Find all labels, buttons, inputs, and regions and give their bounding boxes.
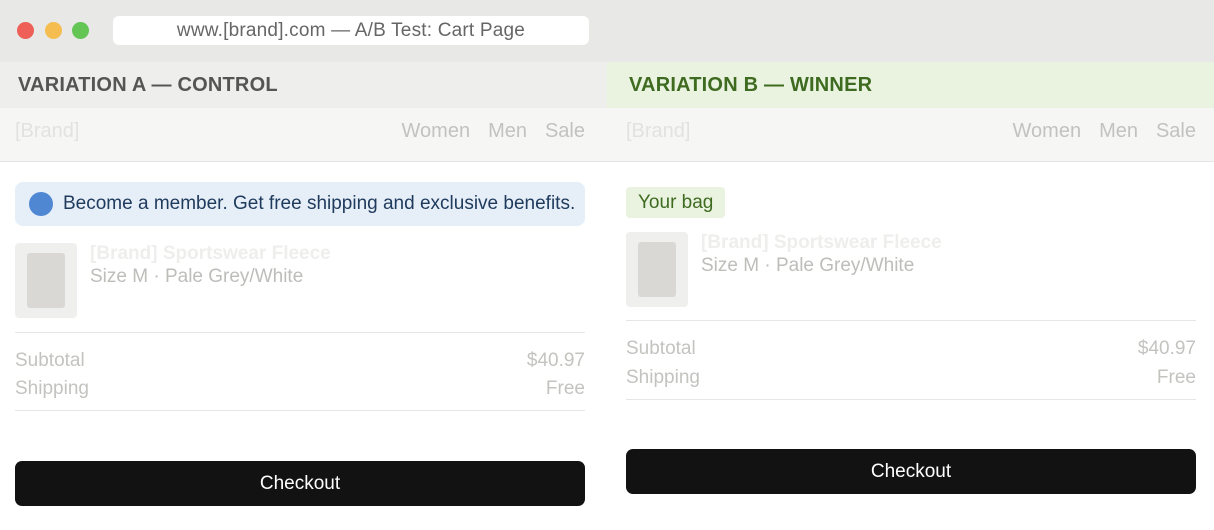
brand-logo[interactable]: [Brand] — [626, 120, 690, 143]
shipping-value: Free — [545, 378, 585, 399]
shipping-label: Shipping — [15, 378, 89, 399]
zoom-window-button[interactable] — [72, 22, 89, 39]
divider-line — [15, 332, 585, 333]
info-dot-icon — [29, 192, 53, 216]
subtotal-value: $40.97 — [1137, 338, 1196, 359]
variation-b-header: VARIATION B — WINNER — [607, 62, 1214, 108]
nav-link-women[interactable]: Women — [1013, 120, 1082, 142]
product-meta: Size M · Pale Grey/White — [90, 266, 304, 287]
divider-line — [15, 410, 585, 411]
divider-line — [626, 399, 1196, 400]
variation-a-panel: VARIATION A — CONTROL [Brand] Women Men Sa… — [0, 62, 607, 530]
close-window-button[interactable] — [17, 22, 34, 39]
browser-titlebar: www.[brand].com — A/B Test: Cart Page — [0, 0, 1214, 62]
nav-links: Women Men Sale — [995, 120, 1196, 143]
checkout-button[interactable]: Checkout — [626, 449, 1196, 494]
subtotal-label: Subtotal — [15, 350, 85, 371]
divider-line — [626, 320, 1196, 321]
address-bar[interactable]: www.[brand].com — A/B Test: Cart Page — [113, 16, 589, 45]
product-image-placeholder — [638, 242, 676, 297]
product-meta: Size M · Pale Grey/White — [701, 255, 915, 276]
product-name[interactable]: [Brand] Sportswear Fleece — [701, 232, 942, 254]
product-thumbnail[interactable] — [15, 243, 77, 318]
cart-item: [Brand] Sportswear Fleece Size M · Pale … — [626, 232, 1196, 307]
product-name[interactable]: [Brand] Sportswear Fleece — [90, 243, 331, 265]
site-nav: [Brand] Women Men Sale — [0, 108, 607, 162]
site-nav: [Brand] Women Men Sale — [607, 108, 1214, 162]
subtotal-label: Subtotal — [626, 338, 696, 359]
nav-link-men[interactable]: Men — [488, 120, 527, 142]
membership-banner-text: Become a member. Get free shipping and e… — [63, 193, 576, 214]
nav-link-sale[interactable]: Sale — [545, 120, 585, 142]
nav-link-men[interactable]: Men — [1099, 120, 1138, 142]
cart-item: [Brand] Sportswear Fleece Size M · Pale … — [15, 243, 585, 318]
nav-link-women[interactable]: Women — [402, 120, 471, 142]
your-bag-badge: Your bag — [626, 187, 726, 218]
checkout-button[interactable]: Checkout — [15, 461, 585, 506]
shipping-label: Shipping — [626, 367, 700, 388]
membership-banner[interactable]: Become a member. Get free shipping and e… — [15, 182, 585, 226]
nav-links: Women Men Sale — [384, 120, 585, 143]
nav-link-sale[interactable]: Sale — [1156, 120, 1196, 142]
shipping-value: Free — [1156, 367, 1196, 388]
subtotal-value: $40.97 — [526, 350, 585, 371]
minimize-window-button[interactable] — [45, 22, 62, 39]
product-thumbnail[interactable] — [626, 232, 688, 307]
variation-b-panel: VARIATION B — WINNER [Brand] Women Men Sal… — [607, 62, 1214, 530]
brand-logo[interactable]: [Brand] — [15, 120, 79, 143]
variation-a-header: VARIATION A — CONTROL — [0, 62, 607, 108]
product-image-placeholder — [27, 253, 65, 308]
